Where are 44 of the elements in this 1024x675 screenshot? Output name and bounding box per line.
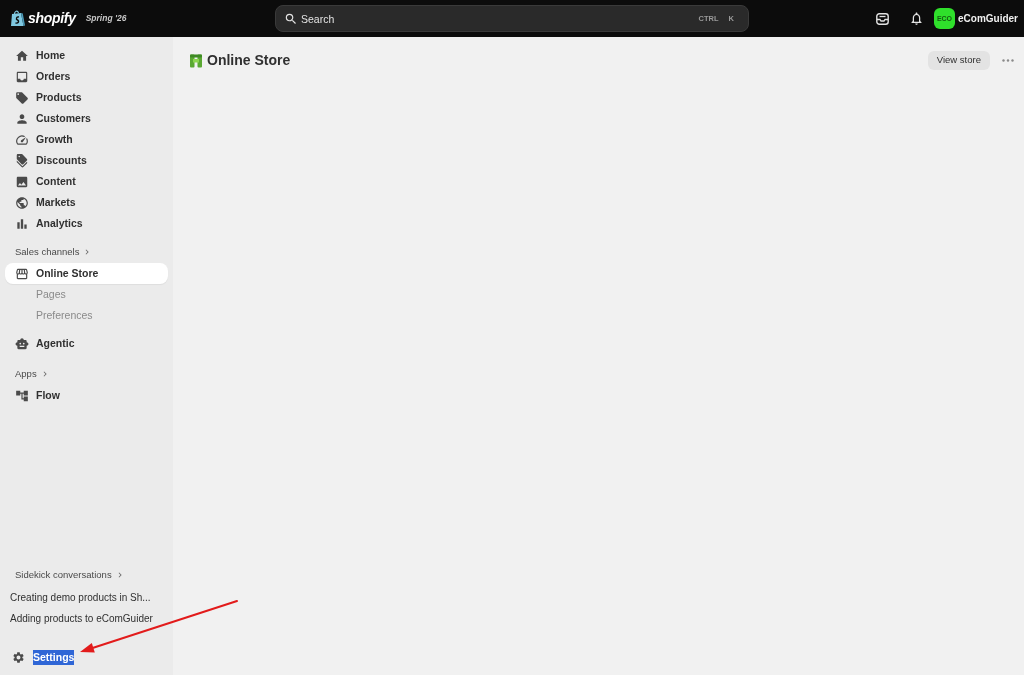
inbox-button[interactable] [876, 12, 889, 25]
store-icon [189, 53, 203, 68]
nav-item[interactable]: Markets [5, 192, 168, 213]
shopping-bag-icon [10, 10, 25, 27]
edition-label: Spring '26 [85, 12, 127, 25]
storefront-icon [15, 266, 29, 281]
view-store-button[interactable]: View store [927, 51, 990, 70]
gauge-icon [15, 132, 29, 147]
section-heading[interactable]: Sidekick conversations [5, 567, 168, 583]
nav-item[interactable]: Customers [5, 108, 168, 129]
more-icon [1002, 59, 1014, 62]
bar-chart-icon [15, 216, 29, 231]
nav-item[interactable]: Discounts [5, 150, 168, 171]
search-input[interactable]: Search [301, 6, 699, 31]
nav-item[interactable]: Online Store [5, 263, 168, 284]
page-title: Online Store [207, 51, 291, 70]
nav-item[interactable]: Growth [5, 129, 168, 150]
nav-item[interactable]: Products [5, 87, 168, 108]
home-icon [15, 48, 29, 63]
image-icon [15, 174, 29, 189]
settings-icon [12, 651, 25, 664]
settings-item[interactable]: Settings [5, 647, 168, 668]
nav-item[interactable]: Home [5, 45, 168, 66]
notifications-button[interactable] [909, 11, 924, 26]
section-heading[interactable]: Apps [5, 366, 50, 382]
nav-item[interactable]: Orders [5, 66, 168, 87]
nav-item[interactable]: Analytics [5, 213, 168, 234]
inbox-icon [15, 69, 29, 84]
conversation-link[interactable]: Creating demo products in Sh... [5, 587, 168, 608]
nav-item[interactable]: Flow [5, 385, 168, 406]
workflow-icon [15, 388, 29, 403]
section-heading[interactable]: Sales channels [5, 244, 93, 260]
nav-item[interactable]: Content [5, 171, 168, 192]
search-icon [284, 11, 298, 26]
globe-icon [15, 195, 29, 210]
store-name[interactable]: eComGuider [958, 11, 1018, 26]
nav-item[interactable]: Agentic [5, 333, 168, 354]
conversation-link[interactable]: Adding products to eComGuider [5, 608, 168, 629]
tray-icon [876, 12, 889, 25]
tag-icon [15, 90, 29, 105]
bell-icon [909, 11, 924, 26]
logo-text: shopify [28, 9, 76, 28]
robot-icon [15, 336, 29, 351]
discount-icon [15, 153, 29, 168]
